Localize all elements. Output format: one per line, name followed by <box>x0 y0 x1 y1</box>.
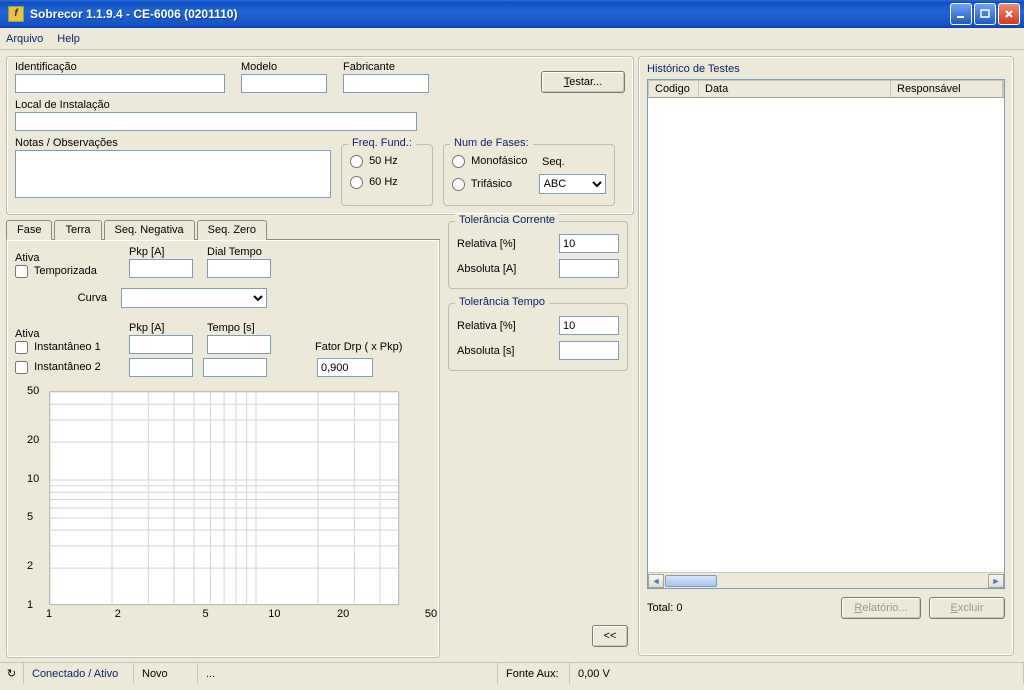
close-button[interactable] <box>998 3 1020 25</box>
status-fonteaux-value: 0,00 V <box>570 663 1024 684</box>
dial-input[interactable] <box>207 259 271 278</box>
tab-seq-negativa[interactable]: Seq. Negativa <box>104 220 195 240</box>
status-bar: ↻ Conectado / Ativo Novo ... Fonte Aux: … <box>0 662 1024 684</box>
freq-group: Freq. Fund.: 50 Hz 60 Hz <box>341 144 433 206</box>
toltempo-rel-label: Relativa [%] <box>457 320 516 332</box>
local-input[interactable] <box>15 112 417 131</box>
mono-radio[interactable]: Monofásico <box>452 155 527 167</box>
status-dots: ... <box>198 663 498 684</box>
ativa1-label: Ativa <box>15 252 119 264</box>
pkp-inst1-input[interactable] <box>129 335 193 354</box>
history-header: Codigo Data Responsável <box>648 80 1004 98</box>
phase-tabs: Fase Terra Seq. Negativa Seq. Zero <box>6 219 440 240</box>
y-tick: 20 <box>27 434 39 446</box>
minimize-button[interactable] <box>950 3 972 25</box>
col-responsavel[interactable]: Responsável <box>891 81 1003 97</box>
modelo-input[interactable] <box>241 74 327 93</box>
relatorio-button[interactable]: Relatório... <box>841 597 921 619</box>
scroll-right-icon[interactable]: ► <box>988 574 1004 588</box>
pkp-inst2-input[interactable] <box>129 358 193 377</box>
fatordrp-input[interactable] <box>317 358 373 377</box>
notas-label: Notas / Observações <box>15 137 331 149</box>
scroll-thumb[interactable] <box>665 575 717 587</box>
tempo-inst1-input[interactable] <box>207 335 271 354</box>
y-tick: 50 <box>27 385 39 397</box>
history-panel: Histórico de Testes Codigo Data Responsá… <box>638 56 1014 656</box>
scroll-left-icon[interactable]: ◄ <box>648 574 664 588</box>
x-tick: 2 <box>115 608 121 620</box>
tab-body: Ativa Temporizada Pkp [A] Dial Tempo <box>6 240 440 658</box>
menu-arquivo[interactable]: Arquivo <box>6 33 43 45</box>
x-tick: 50 <box>425 608 437 620</box>
h-scrollbar[interactable]: ◄ ► <box>648 572 1004 588</box>
fabricante-label: Fabricante <box>343 61 429 73</box>
status-novo: Novo <box>134 663 198 684</box>
x-tick: 10 <box>268 608 280 620</box>
y-tick: 5 <box>27 511 33 523</box>
identification-panel: Identificação Modelo Fabricante Testar..… <box>6 56 634 215</box>
tolcor-rel-label: Relativa [%] <box>457 238 516 250</box>
col-codigo[interactable]: Codigo <box>649 81 699 97</box>
tolcor-abs-label: Absoluta [A] <box>457 263 516 275</box>
identificacao-label: Identificação <box>15 61 225 73</box>
toltempo-abs-label: Absoluta [s] <box>457 345 514 357</box>
pkp-temporizada-input[interactable] <box>129 259 193 278</box>
inst1-check[interactable]: Instantâneo 1 <box>15 341 101 353</box>
col-data[interactable]: Data <box>699 81 891 97</box>
toltempo-rel-input[interactable] <box>559 316 619 335</box>
collapse-button[interactable]: << <box>592 625 628 647</box>
tolcor-abs-input[interactable] <box>559 259 619 278</box>
temporizada-check[interactable]: Temporizada <box>15 265 97 277</box>
history-total: Total: 0 <box>647 602 841 614</box>
tab-fase[interactable]: Fase <box>6 220 52 240</box>
tol-corrente-group: Tolerância Corrente Relativa [%] Absolut… <box>448 221 628 289</box>
status-fonteaux-label: Fonte Aux: <box>498 663 570 684</box>
testar-button[interactable]: Testar... <box>541 71 625 93</box>
pkp-label: Pkp [A] <box>129 246 197 258</box>
excluir-button[interactable]: Excluir <box>929 597 1005 619</box>
dial-label: Dial Tempo <box>207 246 275 258</box>
y-tick: 10 <box>27 473 39 485</box>
toltempo-abs-input[interactable] <box>559 341 619 360</box>
tempo-label: Tempo [s] <box>207 322 275 334</box>
window-title: Sobrecor 1.1.9.4 - CE-6006 (0201110) <box>30 7 950 21</box>
menu-bar: Arquivo Help <box>0 28 1024 50</box>
tab-seq-zero[interactable]: Seq. Zero <box>197 220 267 240</box>
ativa2-label: Ativa <box>15 328 119 340</box>
history-list[interactable]: Codigo Data Responsável ◄ ► <box>647 79 1005 589</box>
fatordrp-label: Fator Drp ( x Pkp) <box>315 341 425 353</box>
refresh-icon[interactable]: ↻ <box>0 663 24 684</box>
curva-label: Curva <box>15 292 113 304</box>
fases-group: Num de Fases: Monofásico Seq. Trifásico … <box>443 144 615 206</box>
maximize-button[interactable] <box>974 3 996 25</box>
chart <box>49 391 399 605</box>
curva-select[interactable] <box>121 288 267 308</box>
app-icon: f <box>8 6 24 22</box>
tolcor-rel-input[interactable] <box>559 234 619 253</box>
pkp2-label: Pkp [A] <box>129 322 197 334</box>
tri-radio[interactable]: Trifásico <box>452 178 512 190</box>
modelo-label: Modelo <box>241 61 327 73</box>
x-tick: 1 <box>46 608 52 620</box>
seq-select[interactable]: ABC <box>539 174 606 194</box>
status-conectado: Conectado / Ativo <box>24 663 134 684</box>
menu-help[interactable]: Help <box>57 33 80 45</box>
tab-terra[interactable]: Terra <box>54 220 101 240</box>
x-tick: 5 <box>203 608 209 620</box>
y-tick: 1 <box>27 599 33 611</box>
inst2-check[interactable]: Instantâneo 2 <box>15 361 101 373</box>
tempo-inst2-input[interactable] <box>203 358 267 377</box>
local-label: Local de Instalação <box>15 99 625 111</box>
tol-tempo-group: Tolerância Tempo Relativa [%] Absoluta [… <box>448 303 628 371</box>
freq-60-radio[interactable]: 60 Hz <box>350 176 398 188</box>
identificacao-input[interactable] <box>15 74 225 93</box>
notas-textarea[interactable] <box>15 150 331 198</box>
x-tick: 20 <box>337 608 349 620</box>
fabricante-input[interactable] <box>343 74 429 93</box>
freq-50-radio[interactable]: 50 Hz <box>350 155 398 167</box>
title-bar: f Sobrecor 1.1.9.4 - CE-6006 (0201110) <box>0 0 1024 28</box>
history-title: Histórico de Testes <box>647 63 1005 75</box>
y-tick: 2 <box>27 560 33 572</box>
seq-label: Seq. <box>542 156 565 168</box>
